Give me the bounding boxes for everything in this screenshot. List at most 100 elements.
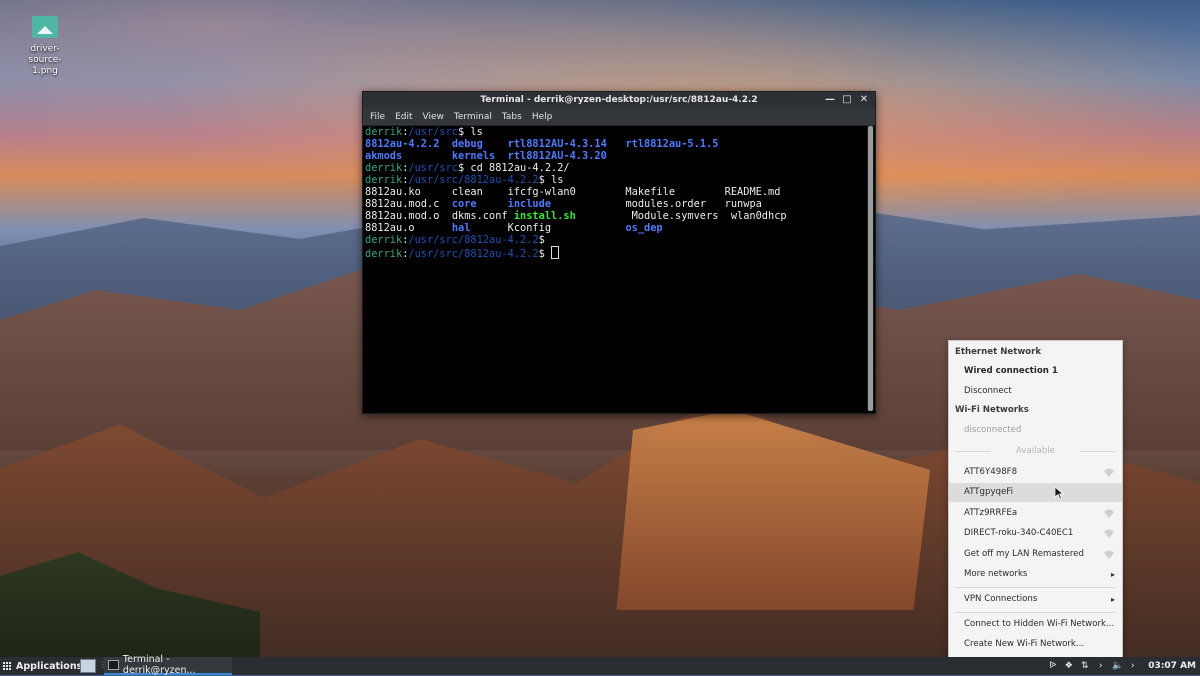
terminal-line: derrik:/usr/src/8812au-4.2.2$ [365,234,865,246]
applications-menu-button[interactable]: Applications [3,658,82,674]
network-name: ATTz9RRFEa [964,508,1018,518]
menu-tabs[interactable]: Tabs [502,112,522,122]
ethernet-header: Ethernet Network [955,347,1042,357]
divider [955,612,1116,613]
vpn-label: VPN Connections [964,594,1038,604]
wifi-signal-icon [1104,550,1114,559]
column-gap [706,198,725,210]
directory-entry: akmods [365,150,403,162]
network-item[interactable]: Get off my LAN Remastered [949,545,1122,564]
column-gap [607,138,626,150]
maximize-button[interactable]: □ [840,93,854,107]
prompt-path: /usr/src/8812au-4.2.2 [408,174,539,186]
show-desktop-icon[interactable] [80,659,96,673]
file-entry: dkms.conf [451,210,508,222]
terminal-line: derrik:/usr/src/8812au-4.2.2$ [365,246,865,260]
wifi-header: Wi-Fi Networks [955,405,1029,415]
network-icon[interactable]: ⇅ [1080,661,1089,671]
column-gap [576,186,626,198]
network-name: ATT6Y498F8 [964,467,1018,477]
prompt-user: derrik [365,126,403,138]
column-gap [718,210,730,222]
image-file-icon [32,16,58,38]
network-item[interactable]: ATTz9RRFEa [949,504,1122,523]
volume-icon[interactable]: 🔈 [1112,661,1123,671]
minimize-button[interactable]: — [823,93,837,107]
disconnect-item[interactable]: Disconnect [949,382,1122,401]
directory-entry: debug [451,138,483,150]
scrollbar-thumb[interactable] [868,126,873,411]
wifi-signal-icon [1104,529,1114,538]
prompt-user: derrik [365,234,403,246]
network-item[interactable]: ATTgpyqeFi [949,483,1122,502]
menu-view[interactable]: View [423,112,444,122]
column-gap [477,198,508,210]
file-entry: Kconfig [507,222,552,234]
title-bar[interactable]: Terminal - derrik@ryzen-desktop:/usr/src… [363,92,875,109]
scrollbar[interactable] [867,126,874,411]
menu-edit[interactable]: Edit [395,112,412,122]
applications-label: Applications [16,660,83,672]
prompt-symbol: $ [538,174,551,186]
connect-hidden-network-item[interactable]: Connect to Hidden Wi-Fi Network... [949,615,1122,634]
chevron-right-icon[interactable]: › [1128,661,1137,671]
close-button[interactable]: ✕ [857,93,871,107]
directory-entry: hal [451,222,471,234]
column-gap [495,150,507,162]
column-gap [483,138,508,150]
text-cursor [551,246,559,259]
directory-entry: core [451,198,477,210]
network-name: DIRECT-roku-340-C40EC1 [964,528,1074,538]
wifi-signal-icon [1104,509,1114,518]
taskbar-window-terminal[interactable]: Terminal - derrik@ryzen... [104,654,232,676]
terminal-line: derrik:/usr/src/8812au-4.2.2$ ls [365,174,865,186]
command-text: cd 8812au-4.2.2/ [470,162,570,174]
taskbar: Applications ⋮ Terminal - derrik@ryzen..… [0,654,1200,676]
desktop-file-label: driver-source- 1.png [18,44,72,77]
column-gap [675,186,725,198]
network-name: Get off my LAN Remastered [964,549,1084,559]
desktop-file-label-line1: driver-source- [28,44,62,65]
bluetooth-icon[interactable]: ᐉ [1048,661,1057,671]
terminal-window[interactable]: Terminal - derrik@ryzen-desktop:/usr/src… [362,91,876,414]
prompt-user: derrik [365,162,403,174]
prompt-symbol: $ [458,126,471,138]
terminal-output[interactable]: derrik:/usr/src$ ls 8812au-4.2.2 debug rt… [365,126,865,411]
file-entry: README.md [724,186,781,198]
file-entry: 8812au.o [365,222,415,234]
mouse-pointer-icon [1055,487,1064,500]
directory-entry: 8812au-4.2.2 [365,138,440,150]
divider [955,451,991,452]
column-gap [551,222,625,234]
chevron-right-icon[interactable]: › [1096,661,1105,671]
clock[interactable]: 03:07 AM [1148,661,1196,671]
file-entry: Module.symvers [631,210,719,222]
terminal-line: 8812au-4.2.2 debug rtl8812AU-4.3.14 rtl8… [365,138,865,150]
menu-file[interactable]: File [370,112,385,122]
menu-bar: File Edit View Terminal Tabs Help [363,109,875,126]
wired-connection-item[interactable]: Wired connection 1 [949,362,1122,381]
network-item[interactable]: DIRECT-roku-340-C40EC1 [949,524,1122,543]
terminal-line: 8812au.o hal Kconfig os_dep [365,222,865,234]
chevron-right-icon: ▸ [1110,595,1115,604]
create-network-item[interactable]: Create New Wi-Fi Network... [949,635,1122,654]
menu-terminal[interactable]: Terminal [454,112,492,122]
column-gap [402,150,452,162]
prompt-path: /usr/src [408,162,459,174]
terminal-line: 8812au.mod.o dkms.conf install.sh Module… [365,210,865,222]
network-name: ATTgpyqeFi [964,487,1014,497]
directory-entry: kernels [451,150,496,162]
more-networks-item[interactable]: More networks ▸ [949,565,1122,584]
terminal-line: derrik:/usr/src$ cd 8812au-4.2.2/ [365,162,865,174]
directory-entry: rtl8812au-5.1.5 [625,138,719,150]
menu-help[interactable]: Help [532,112,553,122]
divider [1080,451,1116,452]
vpn-connections-item[interactable]: VPN Connections ▸ [949,590,1122,609]
column-gap [415,222,452,234]
directory-entry: include [507,198,552,210]
file-entry: ifcfg-wlan0 [507,186,576,198]
dropbox-icon[interactable]: ❖ [1064,661,1073,671]
network-item[interactable]: ATT6Y498F8 [949,463,1122,482]
desktop-file-icon[interactable]: driver-source- 1.png [18,16,72,77]
prompt-user: derrik [365,174,403,186]
